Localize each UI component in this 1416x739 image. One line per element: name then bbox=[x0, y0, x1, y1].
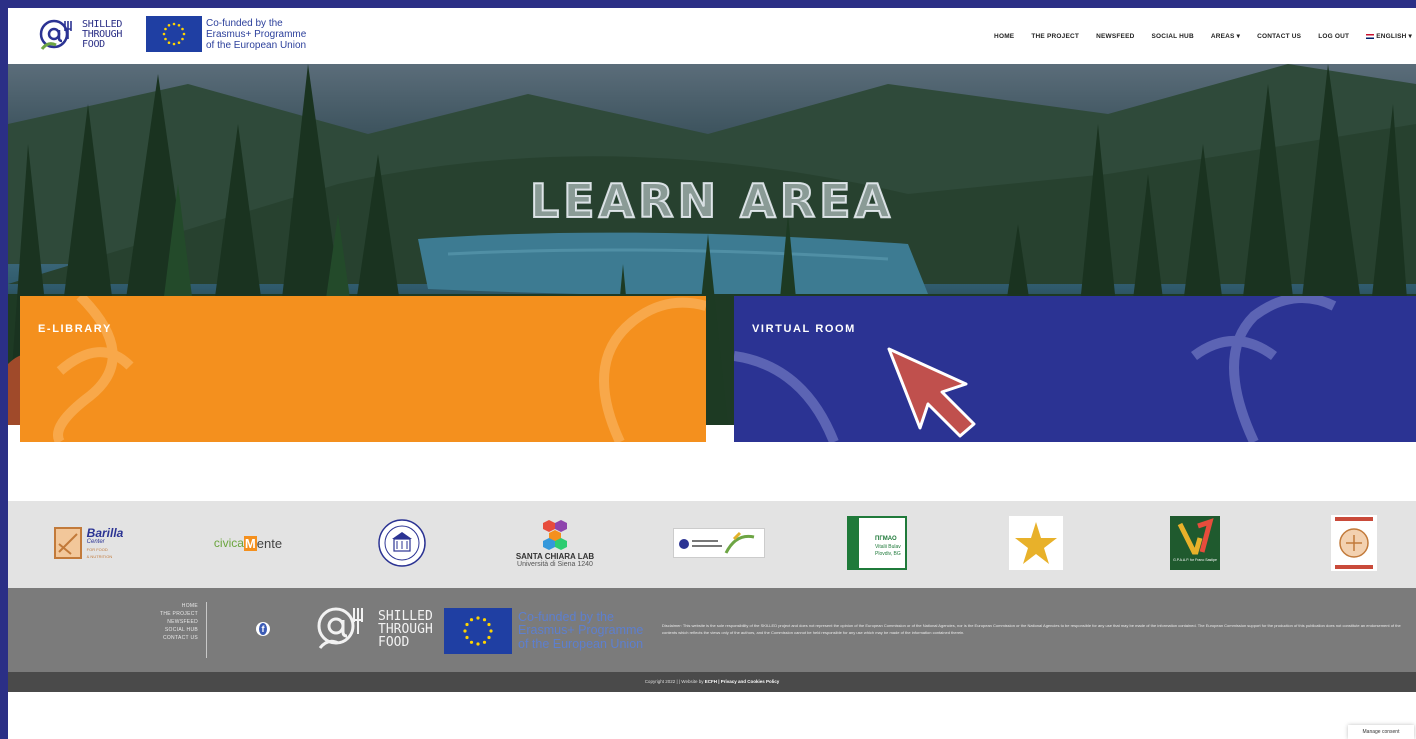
logo-at-icon bbox=[317, 607, 363, 649]
santa-chiara-lab-logo[interactable]: SANTA CHIARA LAB Università di Siena 124… bbox=[504, 515, 606, 571]
gpaap-logo[interactable]: G.P.A.A.P. for Frano Sastipe bbox=[1168, 515, 1222, 571]
greek-seal-logo[interactable] bbox=[1330, 515, 1378, 571]
pgmao-title: ПГМАО bbox=[875, 536, 897, 542]
virtual-room-label: VIRTUAL ROOM bbox=[752, 323, 856, 335]
footer-link-newsfeed[interactable]: NEWSFEED bbox=[148, 618, 198, 626]
eu-cofunded-text: Co-funded by the Erasmus+ Programme of t… bbox=[206, 17, 307, 51]
hero-title: LEARN AREA bbox=[529, 173, 895, 229]
footer-divider bbox=[206, 602, 207, 658]
nav-the-project[interactable]: THE PROJECT bbox=[1031, 33, 1079, 40]
virtual-room-card[interactable]: VIRTUAL ROOM bbox=[734, 296, 1416, 442]
footer-link-the-project[interactable]: THE PROJECT bbox=[148, 610, 198, 618]
site-footer: HOME THE PROJECT NEWSFEED SOCIAL HUB CON… bbox=[8, 588, 1416, 672]
nav-log-out[interactable]: LOG OUT bbox=[1318, 33, 1349, 40]
leaf-decoration-icon bbox=[734, 296, 1337, 442]
footer-link-home[interactable]: HOME bbox=[148, 602, 198, 610]
nav-newsfeed[interactable]: NEWSFEED bbox=[1096, 33, 1134, 40]
barilla-sub: & NUTRITION bbox=[86, 553, 113, 559]
civicamente-logo[interactable]: civica Mente bbox=[198, 515, 298, 571]
logo-text: SHILLED THROUGH FOOD bbox=[82, 19, 123, 50]
footer-link-social-hub[interactable]: SOCIAL HUB bbox=[148, 626, 198, 634]
pgmao-name: Vitalii Bulav bbox=[875, 544, 901, 550]
site-logo[interactable]: SHILLED THROUGH FOOD bbox=[38, 14, 148, 56]
nav-contact-us[interactable]: CONTACT US bbox=[1257, 33, 1301, 40]
partners-strip: Barilla Center FOR FOOD & NUTRITION civi… bbox=[8, 501, 1416, 588]
gpaap-text: G.P.A.A.P. for Frano Sastipe bbox=[1173, 558, 1217, 562]
manage-consent-button[interactable]: Manage consent bbox=[1348, 725, 1414, 739]
civica-ente: ente bbox=[256, 535, 283, 551]
barilla-logo[interactable]: Barilla Center FOR FOOD & NUTRITION bbox=[38, 515, 138, 571]
footer-logo[interactable]: SHILLED THROUGH FOOD bbox=[314, 604, 433, 654]
copyright-bar: Copyright 2022 | | Website by ECFH | Pri… bbox=[8, 672, 1416, 692]
barilla-sub: Center bbox=[86, 538, 105, 545]
nav-areas-dropdown[interactable]: AREAS ▾ bbox=[1211, 32, 1240, 40]
eu-flag-icon bbox=[146, 16, 202, 52]
footer-eu-text: Co-funded by the Erasmus+ Programme of t… bbox=[518, 609, 644, 651]
nav-social-hub[interactable]: SOCIAL HUB bbox=[1152, 33, 1194, 40]
barilla-name: Barilla bbox=[86, 525, 124, 540]
eu-cofunded-badge: Co-funded by the Erasmus+ Programme of t… bbox=[146, 16, 306, 52]
santa-chiara-sub: Università di Siena 1240 bbox=[517, 561, 593, 568]
language-selector[interactable]: ENGLISH ▾ bbox=[1366, 32, 1412, 40]
eu-flag-icon bbox=[444, 608, 512, 654]
site-header: SHILLED THROUGH FOOD Co-funded by the Er… bbox=[8, 8, 1416, 64]
footer-links: HOME THE PROJECT NEWSFEED SOCIAL HUB CON… bbox=[148, 602, 198, 642]
civica-text: civica bbox=[213, 536, 244, 550]
ecfh-link[interactable]: ECFH bbox=[705, 679, 717, 684]
civica-m: M bbox=[243, 535, 257, 551]
footer-eu-badge: Co-funded by the Erasmus+ Programme of t… bbox=[444, 608, 643, 654]
logo-at-icon bbox=[38, 16, 76, 54]
e-library-label: E-LIBRARY bbox=[38, 323, 112, 335]
star-logo[interactable] bbox=[1008, 515, 1064, 571]
page: SHILLED THROUGH FOOD Co-funded by the Er… bbox=[8, 8, 1416, 739]
disclaimer-text: Disclaimer: This website is the sole res… bbox=[662, 623, 1401, 635]
privacy-policy-link[interactable]: | Privacy and Cookies Policy bbox=[718, 679, 779, 684]
nav-home[interactable]: HOME bbox=[994, 33, 1014, 40]
main-nav: HOME THE PROJECT NEWSFEED SOCIAL HUB ARE… bbox=[994, 8, 1416, 64]
uk-flag-icon bbox=[1366, 33, 1375, 39]
language-label: ENGLISH ▾ bbox=[1376, 33, 1412, 40]
pgmao-logo[interactable]: ПГМАО Vitalii Bulav Plovdiv, BG bbox=[846, 515, 908, 571]
facebook-icon[interactable] bbox=[256, 622, 270, 636]
footer-link-contact-us[interactable]: CONTACT US bbox=[148, 634, 198, 642]
footer-logo-text: SHILLED THROUGH FOOD bbox=[378, 608, 433, 650]
santa-chiara-title: SANTA CHIARA LAB bbox=[515, 552, 595, 561]
pgmao-city: Plovdiv, BG bbox=[875, 551, 901, 557]
leaf-decoration-icon bbox=[53, 296, 706, 442]
school-logo[interactable] bbox=[672, 515, 766, 571]
e-library-card[interactable]: E-LIBRARY bbox=[20, 296, 706, 442]
seal-logo[interactable] bbox=[376, 515, 428, 571]
copyright-text: Copyright 2022 | | Website by bbox=[644, 679, 704, 684]
card-gap bbox=[706, 426, 734, 442]
barilla-sub: FOR FOOD bbox=[86, 546, 108, 552]
